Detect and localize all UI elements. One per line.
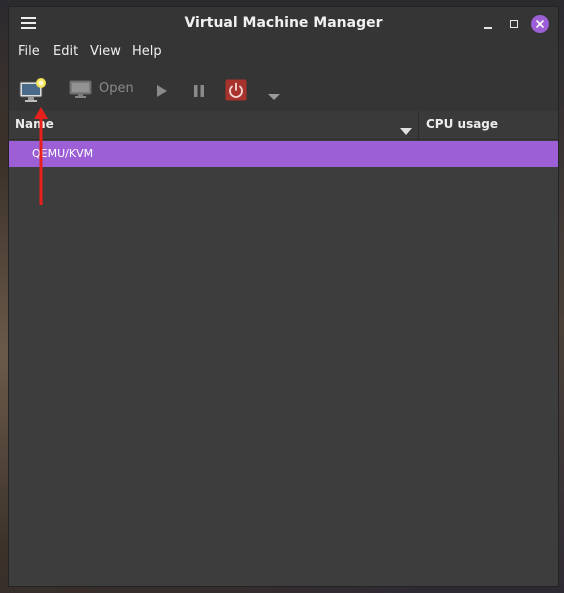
menu-view[interactable]: View xyxy=(90,44,121,59)
shutdown-options-button[interactable] xyxy=(267,87,281,100)
pause-button[interactable] xyxy=(192,83,206,99)
close-button[interactable] xyxy=(531,15,549,33)
list-header: Name CPU usage xyxy=(9,111,558,140)
play-icon xyxy=(157,85,167,97)
column-separator[interactable] xyxy=(418,111,419,139)
pause-icon xyxy=(194,85,204,97)
list-item[interactable]: QEMU/KVM xyxy=(9,141,558,167)
new-vm-icon xyxy=(19,78,46,102)
column-header-cpu[interactable]: CPU usage xyxy=(426,117,498,131)
window-title: Virtual Machine Manager xyxy=(184,15,383,31)
vmm-window: Virtual Machine Manager File Edit View H… xyxy=(8,6,559,587)
title-bar: Virtual Machine Manager xyxy=(9,7,558,41)
open-label: Open xyxy=(99,81,134,96)
menu-bar: File Edit View Help xyxy=(9,41,558,67)
new-vm-button[interactable] xyxy=(19,78,47,104)
sort-indicator[interactable] xyxy=(399,121,413,140)
open-button[interactable]: Open xyxy=(69,80,149,104)
menu-help[interactable]: Help xyxy=(132,44,162,59)
shutdown-button[interactable] xyxy=(225,79,247,101)
sort-down-icon xyxy=(400,128,412,135)
menu-edit[interactable]: Edit xyxy=(53,44,78,59)
maximize-button[interactable] xyxy=(505,15,523,33)
chevron-down-icon xyxy=(268,94,280,100)
close-icon xyxy=(536,20,544,28)
minimize-button[interactable] xyxy=(479,15,497,33)
run-button[interactable] xyxy=(155,83,169,99)
annotation-arrow xyxy=(34,107,48,205)
power-icon xyxy=(225,79,247,101)
monitor-icon xyxy=(69,80,92,98)
menu-file[interactable]: File xyxy=(18,44,40,59)
